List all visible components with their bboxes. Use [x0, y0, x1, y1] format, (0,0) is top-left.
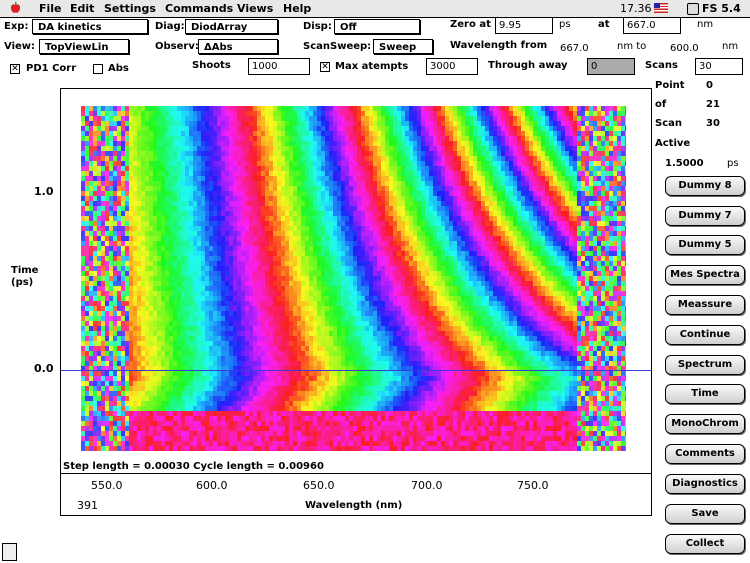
menu-edit[interactable]: Edit [70, 2, 94, 15]
wavelength-to-value: 600.0 [670, 43, 699, 54]
menu-views[interactable]: Views [237, 2, 273, 15]
apple-menu-icon[interactable] [10, 2, 21, 14]
scan-label: Scan [655, 118, 682, 129]
dummy-5-button[interactable]: Dummy 5 [665, 235, 745, 255]
monochrom-button[interactable]: MonoChrom [665, 414, 745, 434]
pd1-corr-checkbox[interactable]: ✕ [10, 64, 20, 74]
wavelength-from-value: 667.0 [560, 43, 589, 54]
flag-icon[interactable] [654, 3, 668, 13]
y-axis-title-line1: Time [11, 265, 39, 276]
meassure-button[interactable]: Meassure [665, 295, 745, 315]
menu-file[interactable]: File [39, 2, 62, 15]
through-away-label: Through away [488, 60, 568, 71]
finder-icon[interactable] [2, 543, 17, 561]
max-atempts-checkbox[interactable]: ✕ [320, 62, 330, 72]
view-popup[interactable]: TopViewLin [39, 39, 129, 54]
diagnostics-button[interactable]: Diagnostics [665, 474, 745, 494]
active-label: Active [655, 138, 691, 149]
plot-area[interactable]: Step length = 0.00030 Cycle length = 0.0… [60, 88, 652, 474]
diag-label: Diag: [155, 21, 185, 32]
observ-popup[interactable]: ΔAbs [198, 39, 278, 54]
scans-label: Scans [645, 60, 678, 71]
active-value: 1.5000 [665, 158, 704, 169]
save-button[interactable]: Save [665, 504, 745, 524]
shoots-label: Shoots [192, 60, 231, 71]
at-unit: nm [697, 19, 714, 30]
y-tick-0: 0.0 [34, 362, 54, 375]
app-name[interactable]: FS 5.4 [702, 2, 741, 15]
menu-commands[interactable]: Commands [165, 2, 233, 15]
point-label: Point [655, 80, 685, 91]
abs-checkbox[interactable] [93, 64, 103, 74]
app-icon[interactable] [687, 3, 699, 15]
x-axis-title: Wavelength (nm) [305, 500, 403, 511]
disp-popup[interactable]: Off [334, 19, 420, 34]
scansweep-popup[interactable]: Sweep [373, 39, 433, 54]
y-tick-1: 1.0 [34, 185, 54, 198]
pd1-corr-label: PD1 Corr [26, 63, 77, 74]
zero-at-field[interactable]: 9.95 [495, 17, 553, 34]
spectral-heatmap [81, 106, 626, 451]
of-value: 21 [706, 99, 720, 110]
dummy-8-button[interactable]: Dummy 8 [665, 176, 745, 196]
zero-time-line [61, 370, 651, 371]
view-label: View: [4, 41, 36, 52]
of-label: of [655, 99, 667, 110]
menu-bar: File Edit Settings Commands Views Help 1… [0, 0, 750, 18]
continue-button[interactable]: Continue [665, 325, 745, 345]
spectrum-button[interactable]: Spectrum [665, 355, 745, 375]
diag-popup[interactable]: DiodArray [185, 19, 278, 34]
zero-at-label: Zero at [450, 19, 491, 30]
y-axis-title-line2: (ps) [11, 277, 34, 288]
point-value: 0 [706, 80, 713, 91]
dummy-7-button[interactable]: Dummy 7 [665, 206, 745, 226]
scans-field[interactable]: 30 [695, 58, 743, 75]
exp-label: Exp: [4, 21, 29, 32]
active-unit: ps [727, 158, 739, 169]
through-away-field[interactable]: 0 [587, 58, 635, 75]
exp-popup[interactable]: DA kinetics [32, 19, 148, 34]
x-tick-700: 700.0 [411, 479, 443, 492]
at-field[interactable]: 667.0 [623, 17, 681, 34]
mes-spectra-button[interactable]: Mes Spectra [665, 265, 745, 285]
step-info: Step length = 0.00030 Cycle length = 0.0… [63, 461, 324, 472]
clock: 17.36 [620, 2, 652, 15]
abs-label: Abs [108, 63, 129, 74]
menu-settings[interactable]: Settings [104, 2, 156, 15]
comments-button[interactable]: Comments [665, 444, 745, 464]
at-label: at [598, 19, 610, 30]
x-tick-550: 550.0 [91, 479, 123, 492]
x-axis: 550.0 600.0 650.0 700.0 750.0 Wavelength… [60, 474, 652, 516]
x-tick-600: 600.0 [196, 479, 228, 492]
x-tick-650: 650.0 [303, 479, 335, 492]
time-button[interactable]: Time [665, 384, 745, 404]
scan-value: 30 [706, 118, 720, 129]
zero-at-unit: ps [559, 19, 571, 30]
wavelength-from-label: Wavelength from [450, 40, 548, 51]
corner-value: 391 [77, 499, 98, 512]
scansweep-label: ScanSweep: [303, 41, 372, 52]
collect-button[interactable]: Collect [665, 534, 745, 554]
x-tick-750: 750.0 [517, 479, 549, 492]
max-atempts-label: Max atempts [335, 61, 409, 72]
wavelength-unit: nm [722, 41, 739, 52]
menu-help[interactable]: Help [283, 2, 311, 15]
shoots-field[interactable]: 1000 [248, 58, 310, 75]
wavelength-to-label: nm to [617, 41, 647, 52]
observ-label: Observ: [155, 41, 199, 52]
disp-label: Disp: [303, 21, 332, 32]
max-atempts-field[interactable]: 3000 [426, 58, 478, 75]
